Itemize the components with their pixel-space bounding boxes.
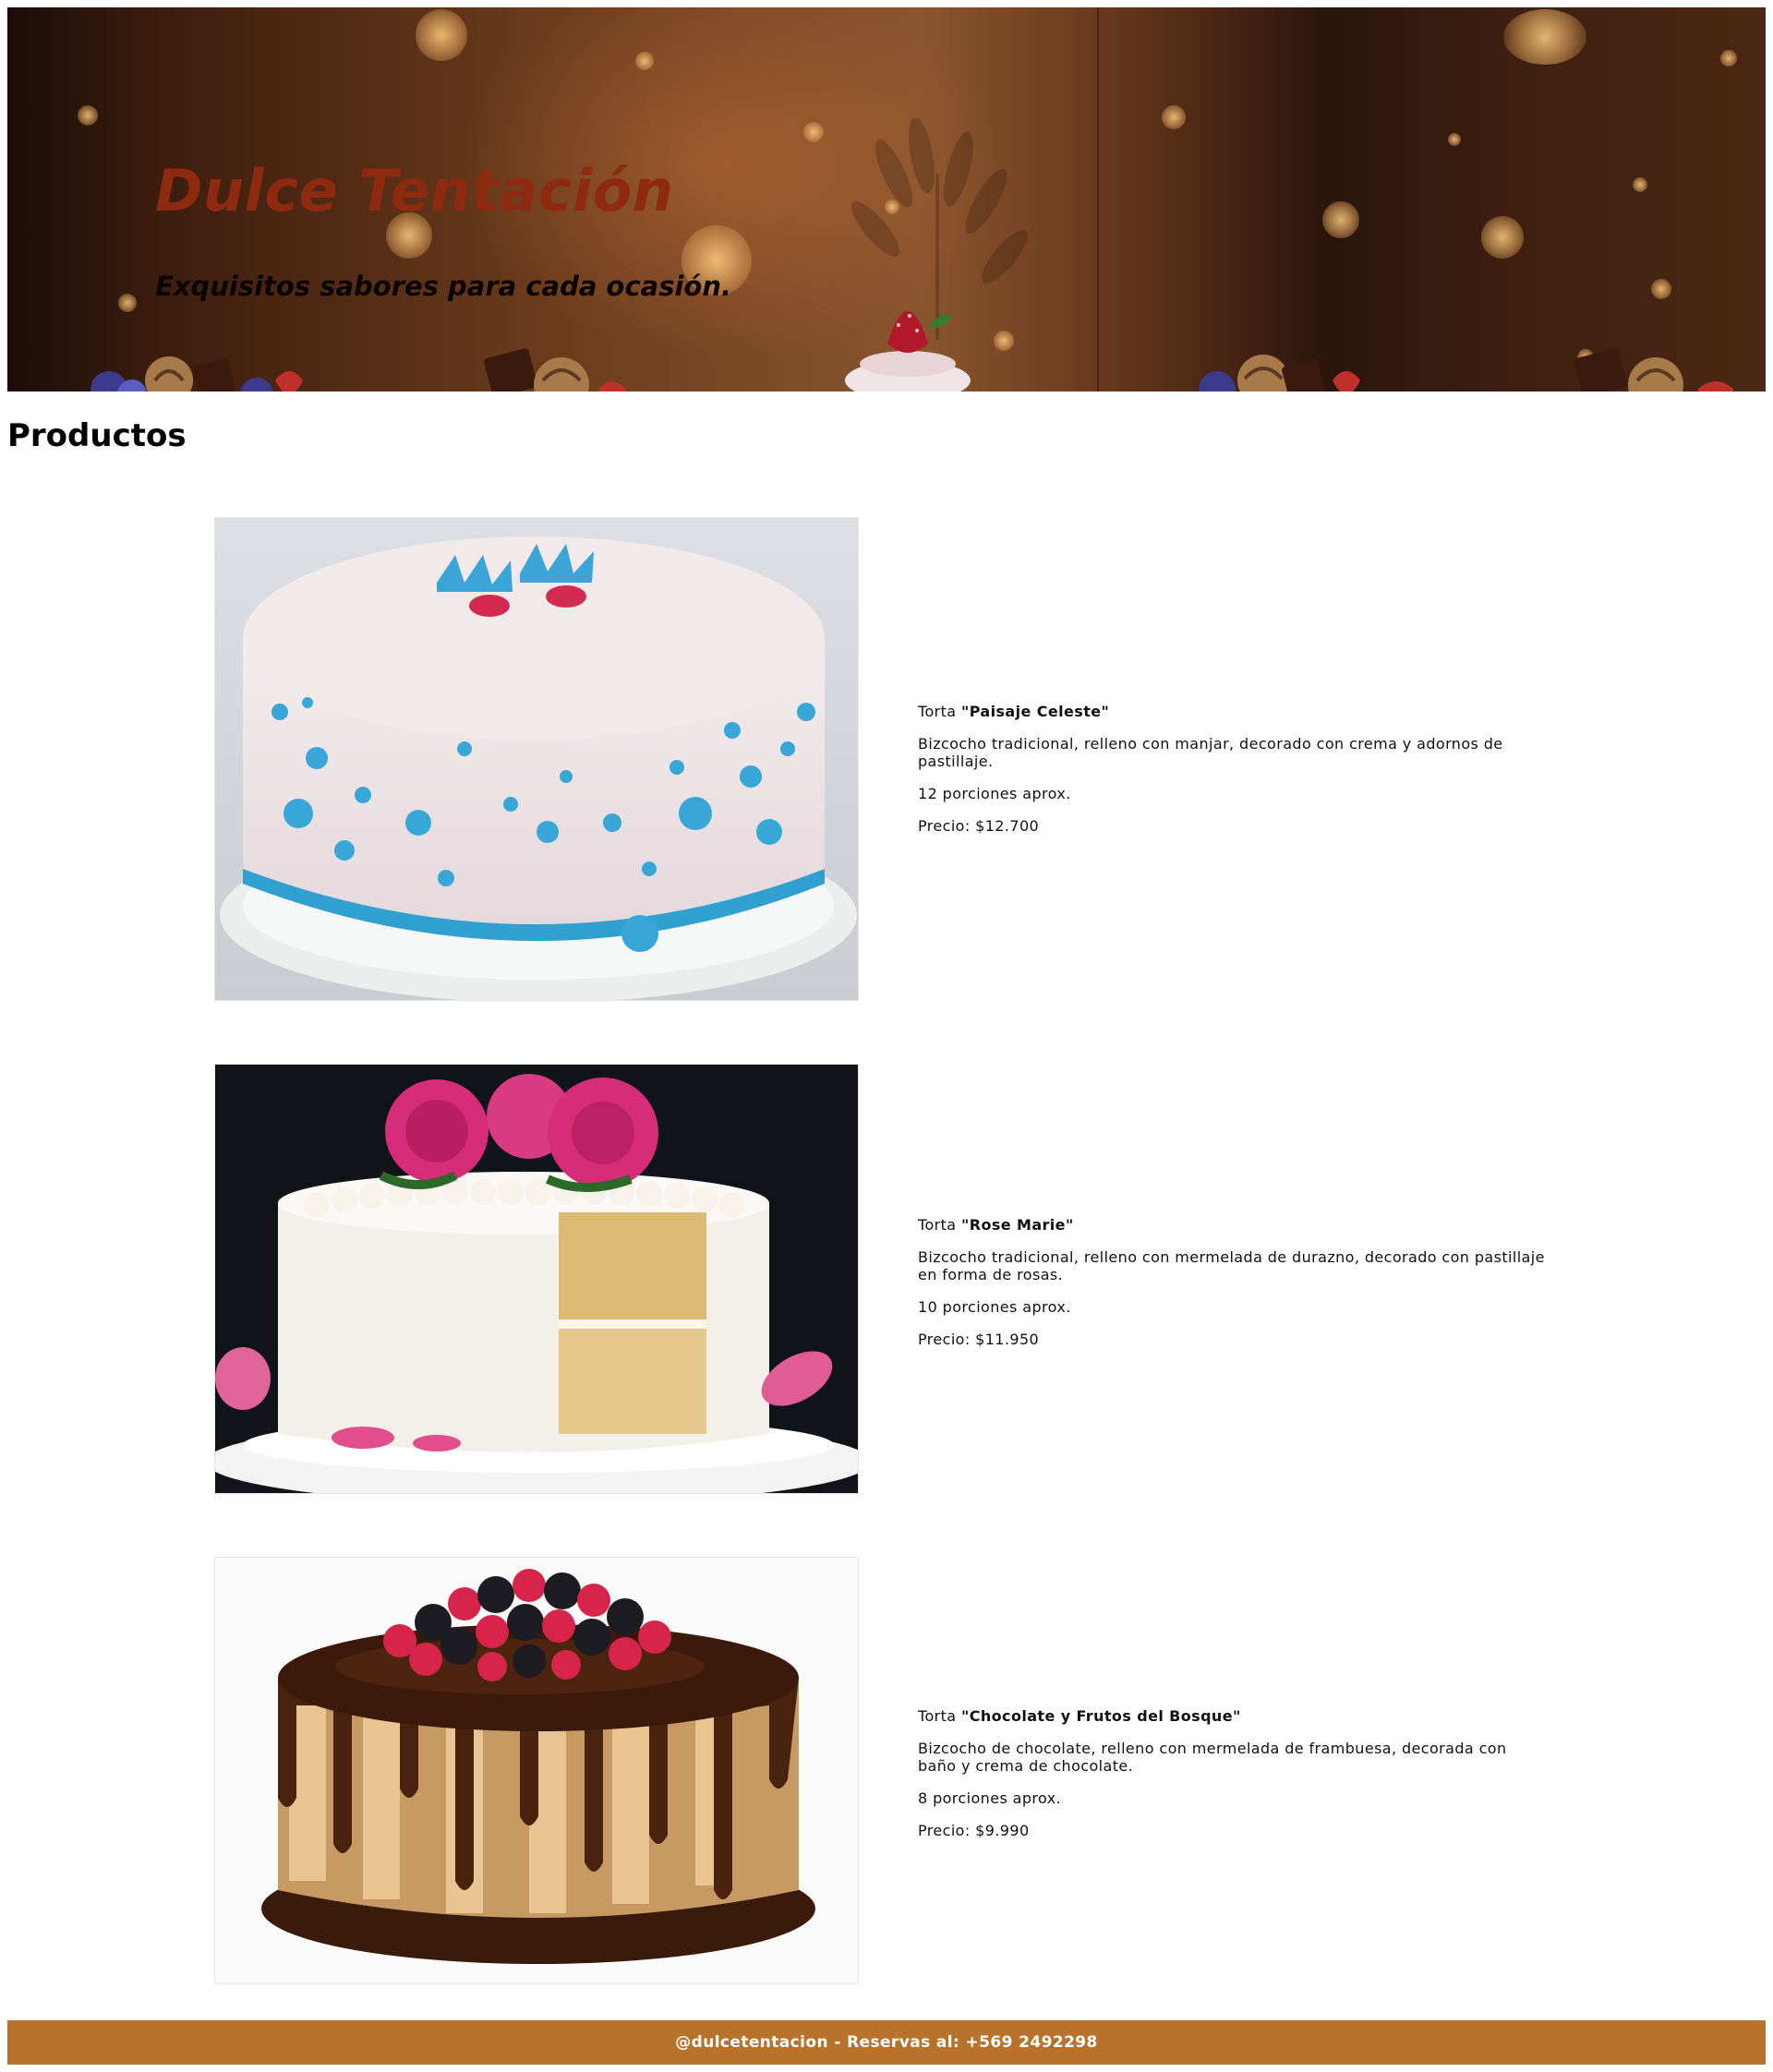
sweets-decoration-right: [1199, 355, 1360, 392]
instagram-handle[interactable]: @dulcetentacion: [675, 2033, 828, 2052]
product-info: Torta "Paisaje Celeste" Bizcocho tradici…: [918, 703, 1546, 849]
product-card: Torta "Paisaje Celeste" Bizcocho tradici…: [214, 517, 1562, 1001]
product-name-line: Torta "Paisaje Celeste": [918, 703, 1546, 720]
product-price: Precio: $12.700: [918, 817, 1040, 835]
sweets-decoration-left: [90, 356, 303, 392]
strawberry-cake-icon: [845, 311, 971, 392]
bokeh-light: [1162, 105, 1186, 129]
product-info: Torta "Rose Marie" Bizcocho tradicional,…: [918, 1216, 1546, 1363]
rose-cake-image: [215, 1065, 858, 1493]
product-name: "Chocolate y Frutos del Bosque": [961, 1707, 1241, 1725]
product-price: Precio: $11.950: [918, 1331, 1040, 1348]
sweets-decoration-far-right: [1574, 348, 1734, 392]
products-heading: Productos: [7, 417, 187, 454]
product-name-line: Torta "Chocolate y Frutos del Bosque": [918, 1707, 1546, 1725]
site-footer: @dulcetentacion - Reservas al: +569 2492…: [7, 2020, 1766, 2065]
reservations-phone: Reservas al: +569 2492298: [847, 2033, 1098, 2052]
product-image: [214, 1064, 859, 1494]
product-description: Bizcocho tradicional, relleno con mermel…: [918, 1248, 1545, 1283]
bokeh-light: [1503, 9, 1586, 65]
product-name: "Rose Marie": [961, 1216, 1074, 1234]
banner-tile-seam: [1097, 7, 1099, 392]
product-card: Torta "Chocolate y Frutos del Bosque" Bi…: [214, 1557, 1562, 1984]
bokeh-light: [416, 9, 467, 61]
hero-banner: Dulce Tentación Exquisitos sabores para …: [7, 7, 1766, 392]
bokeh-light: [1448, 133, 1461, 146]
bokeh-light: [1633, 177, 1647, 192]
product-portions: 12 porciones aprox.: [918, 785, 1071, 802]
product-info: Torta "Chocolate y Frutos del Bosque" Bi…: [918, 1707, 1546, 1854]
sweets-decoration-middle: [484, 348, 626, 392]
product-price: Precio: $9.990: [918, 1822, 1030, 1839]
site-tagline: Exquisitos sabores para cada ocasión.: [155, 271, 731, 302]
product-description: Bizcocho tradicional, relleno con manjar…: [918, 735, 1503, 770]
site-title: Dulce Tentación: [155, 157, 674, 224]
product-description: Bizcocho de chocolate, relleno con merme…: [918, 1740, 1507, 1775]
bokeh-light: [1651, 279, 1671, 299]
chocolate-berry-cake-image: [215, 1558, 858, 1983]
product-name: "Paisaje Celeste": [961, 703, 1110, 720]
product-image: [214, 1557, 859, 1984]
bokeh-light: [1322, 201, 1359, 238]
bokeh-light: [118, 294, 137, 312]
bokeh-light: [635, 52, 654, 70]
product-card: Torta "Rose Marie" Bizcocho tradicional,…: [214, 1064, 1562, 1494]
product-prefix: Torta: [918, 703, 957, 720]
footer-separator: -: [827, 2033, 848, 2052]
product-portions: 10 porciones aprox.: [918, 1298, 1071, 1316]
bokeh-light: [1481, 216, 1524, 259]
product-name-line: Torta "Rose Marie": [918, 1216, 1546, 1234]
bokeh-light: [78, 105, 98, 126]
bokeh-light: [1720, 50, 1737, 66]
product-prefix: Torta: [918, 1216, 957, 1234]
product-image: [214, 517, 859, 1001]
blue-flower-cake-image: [215, 518, 858, 1000]
product-prefix: Torta: [918, 1707, 957, 1725]
product-portions: 8 porciones aprox.: [918, 1789, 1062, 1807]
